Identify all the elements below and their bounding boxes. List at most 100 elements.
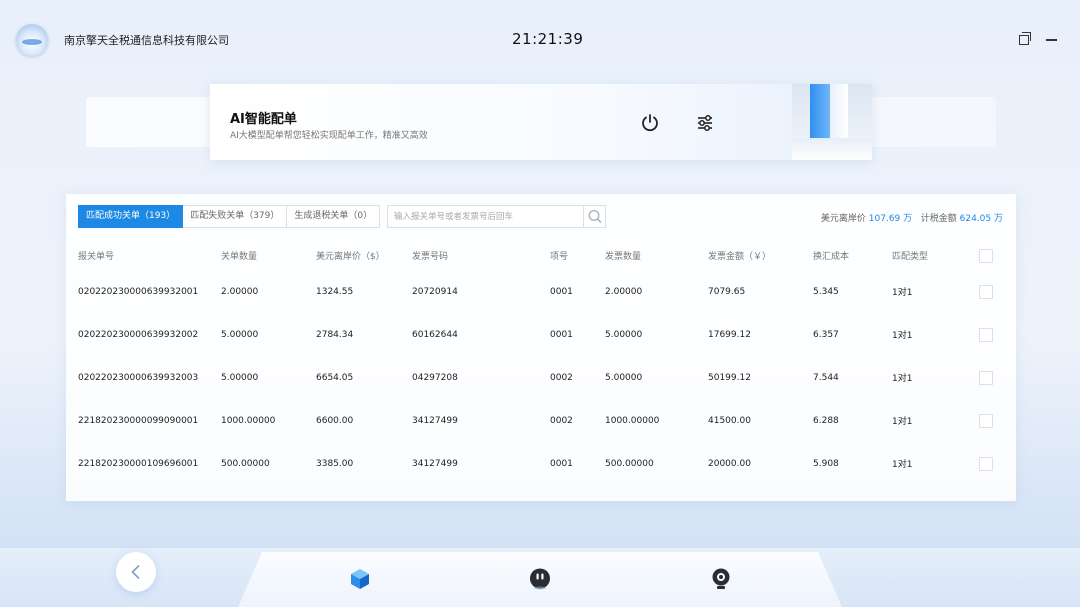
tab-matched[interactable]: 匹配成功关单（193） bbox=[78, 205, 184, 228]
checkbox-cell bbox=[979, 270, 1004, 313]
cell: 3385.00 bbox=[316, 458, 354, 469]
search-icon[interactable] bbox=[583, 206, 605, 227]
cell: 7.544 bbox=[813, 372, 839, 383]
cell: 1000.00000 bbox=[221, 415, 276, 426]
cell: 7079.65 bbox=[708, 286, 746, 297]
cell: 2784.34 bbox=[316, 329, 354, 340]
col-header: 美元离岸价（$） bbox=[316, 252, 385, 262]
match-table: 报关单号 关单数量 美元离岸价（$） 发票号码 项号 发票数量 发票金额（￥） … bbox=[78, 241, 1004, 485]
minimize-icon[interactable] bbox=[1044, 30, 1060, 46]
tax-label: 计税金额 bbox=[920, 214, 957, 224]
match-panel: 匹配成功关单（193） 匹配失败关单（379） 生成退税关单（0） 美元离岸价 … bbox=[66, 194, 1016, 501]
cell: 6.288 bbox=[813, 415, 839, 426]
cell: 34127499 bbox=[412, 458, 458, 469]
cube-icon[interactable] bbox=[348, 567, 372, 591]
cell: 20000.00 bbox=[708, 458, 751, 469]
clock: 21:21:39 bbox=[512, 30, 584, 48]
cell: 0001 bbox=[550, 458, 573, 469]
cell: 5.00000 bbox=[605, 329, 643, 340]
table-row[interactable]: 020220230000639932001 2.00000 1324.55 20… bbox=[78, 270, 1004, 313]
row-checkbox[interactable] bbox=[979, 456, 993, 471]
cell: 60162644 bbox=[412, 329, 458, 340]
row-checkbox[interactable] bbox=[979, 327, 993, 342]
select-all-checkbox[interactable] bbox=[979, 248, 993, 263]
banner-illustration bbox=[792, 84, 872, 160]
row-checkbox[interactable] bbox=[979, 413, 993, 428]
power-icon[interactable] bbox=[639, 112, 661, 134]
company-logo bbox=[16, 24, 48, 56]
banner-subtitle: AI大模型配单帮您轻松实现配单工作，精准又高效 bbox=[230, 131, 428, 141]
table-row[interactable]: 020220230000639932003 5.00000 6654.05 04… bbox=[78, 356, 1004, 399]
cell: 41500.00 bbox=[708, 415, 751, 426]
title-bar: 南京擎天全税通信息科技有限公司 21:21:39 bbox=[0, 0, 1080, 80]
checkbox-cell bbox=[979, 399, 1004, 442]
company-name: 南京擎天全税通信息科技有限公司 bbox=[64, 34, 229, 47]
cell: 6654.05 bbox=[316, 372, 354, 383]
cell: 5.00000 bbox=[221, 329, 259, 340]
tab-failed[interactable]: 匹配失败关单（379） bbox=[183, 205, 288, 228]
table-row[interactable]: 221820230000099090001 1000.00000 6600.00… bbox=[78, 399, 1004, 442]
cell: 500.00000 bbox=[221, 458, 270, 469]
cell: 04297208 bbox=[412, 372, 458, 383]
robot-icon[interactable] bbox=[528, 567, 552, 591]
cell: 221820230000109696001 bbox=[78, 458, 199, 469]
usd-label: 美元离岸价 bbox=[820, 214, 866, 224]
settings-sliders-icon[interactable] bbox=[694, 112, 716, 134]
ai-banner: AI智能配单 AI大模型配单帮您轻松实现配单工作，精准又高效 bbox=[210, 84, 872, 160]
cell: 5.345 bbox=[813, 286, 839, 297]
cell: 20720914 bbox=[412, 286, 458, 297]
cell: 0002 bbox=[550, 372, 573, 383]
tab-refund[interactable]: 生成退税关单（0） bbox=[287, 205, 381, 228]
cell: 020220230000639932001 bbox=[78, 286, 199, 297]
cell: 0001 bbox=[550, 329, 573, 340]
cell: 5.00000 bbox=[221, 372, 259, 383]
checkbox-cell bbox=[979, 356, 1004, 399]
usd-value: 107.69 万 bbox=[868, 214, 913, 224]
cell: 5.908 bbox=[813, 458, 839, 469]
cell: 0002 bbox=[550, 415, 573, 426]
restore-icon[interactable] bbox=[1016, 30, 1032, 46]
cell: 1对1 bbox=[892, 417, 913, 427]
cell: 34127499 bbox=[412, 415, 458, 426]
cell: 1对1 bbox=[892, 331, 913, 341]
row-checkbox[interactable] bbox=[979, 284, 993, 299]
checkbox-cell bbox=[979, 442, 1004, 485]
table-row[interactable]: 221820230000109696001 500.00000 3385.00 … bbox=[78, 442, 1004, 485]
table-row[interactable]: 020220230000639932002 5.00000 2784.34 60… bbox=[78, 313, 1004, 356]
col-header: 换汇成本 bbox=[813, 252, 850, 262]
checkbox-cell bbox=[979, 313, 1004, 356]
cell: 500.00000 bbox=[605, 458, 654, 469]
summary: 美元离岸价 107.69 万 计税金额 624.05 万 bbox=[821, 211, 1003, 224]
cell: 1000.00000 bbox=[605, 415, 660, 426]
cell: 020220230000639932002 bbox=[78, 329, 199, 340]
cell: 6.357 bbox=[813, 329, 839, 340]
col-header: 报关单号 bbox=[78, 252, 115, 262]
col-header: 发票数量 bbox=[605, 252, 642, 262]
table-header: 报关单号 关单数量 美元离岸价（$） 发票号码 项号 发票数量 发票金额（￥） … bbox=[78, 241, 1004, 270]
cell: 2.00000 bbox=[605, 286, 643, 297]
col-header: 关单数量 bbox=[221, 252, 258, 262]
tax-value: 624.05 万 bbox=[959, 214, 1003, 224]
cell: 2.00000 bbox=[221, 286, 259, 297]
back-arrow-icon bbox=[131, 565, 140, 579]
row-checkbox[interactable] bbox=[979, 370, 993, 385]
col-header: 匹配类型 bbox=[892, 252, 929, 262]
select-all-cell bbox=[979, 241, 1004, 270]
cell: 221820230000099090001 bbox=[78, 415, 199, 426]
col-header: 发票号码 bbox=[412, 252, 449, 262]
cell: 17699.12 bbox=[708, 329, 751, 340]
cell: 50199.12 bbox=[708, 372, 751, 383]
cell: 1对1 bbox=[892, 374, 913, 384]
cell: 1对1 bbox=[892, 460, 913, 470]
col-header: 项号 bbox=[550, 252, 569, 262]
back-button[interactable] bbox=[116, 552, 156, 592]
search-input[interactable] bbox=[388, 206, 583, 227]
cell: 5.00000 bbox=[605, 372, 643, 383]
cell: 020220230000639932003 bbox=[78, 372, 199, 383]
camera-icon[interactable] bbox=[709, 567, 733, 591]
cell: 0001 bbox=[550, 286, 573, 297]
search-box bbox=[387, 205, 606, 228]
banner-title: AI智能配单 bbox=[230, 112, 297, 127]
col-header: 发票金额（￥） bbox=[708, 252, 772, 262]
cell: 6600.00 bbox=[316, 415, 354, 426]
